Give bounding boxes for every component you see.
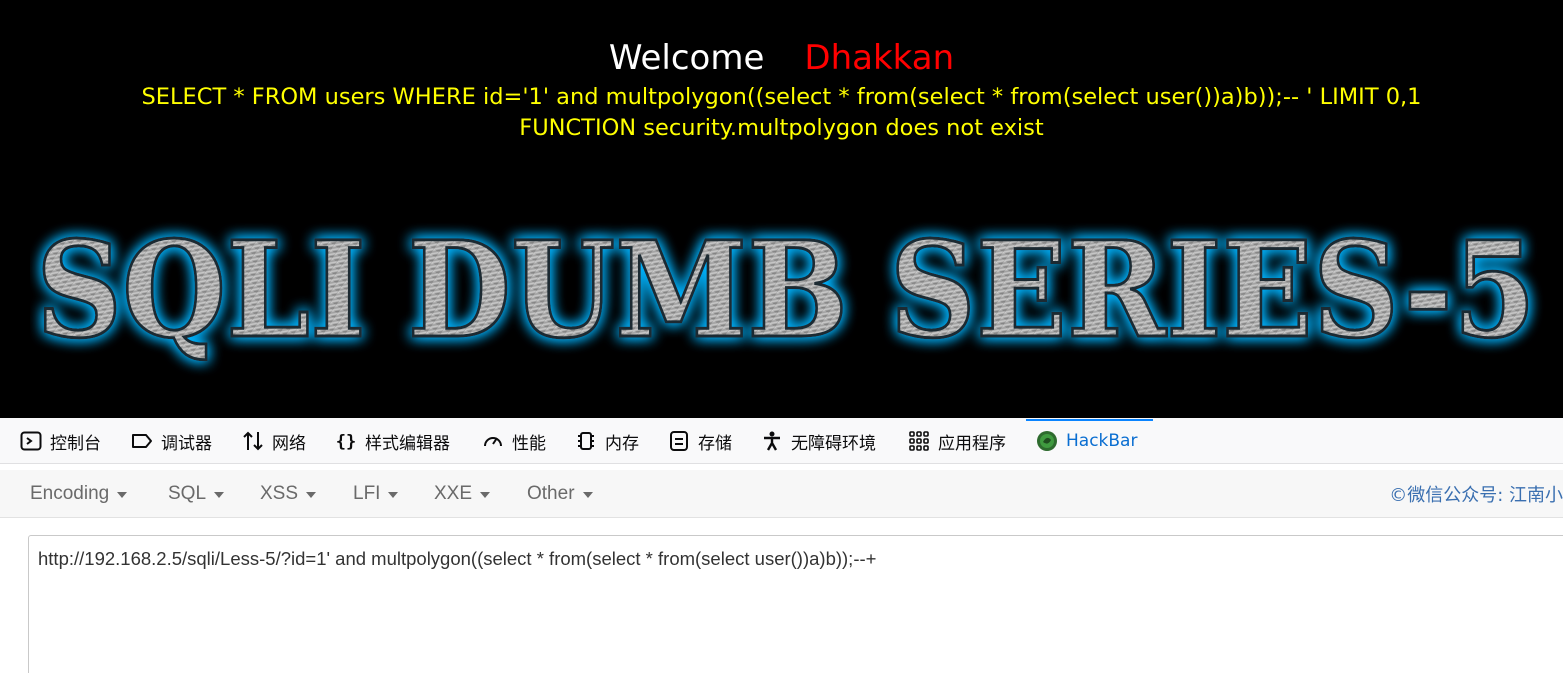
memory-icon — [575, 430, 597, 452]
tab-application[interactable]: 应用程序 — [908, 418, 1006, 464]
network-icon — [242, 430, 264, 452]
debugger-icon — [131, 430, 153, 452]
application-icon — [908, 430, 930, 452]
caret-down-icon — [388, 492, 399, 498]
tab-hackbar[interactable]: HackBar — [1026, 418, 1153, 464]
tab-network[interactable]: 网络 — [242, 418, 306, 464]
menu-label: LFI — [353, 483, 381, 504]
sqli-banner-logo: SQLI DUMB SERIES-5 — [30, 208, 1563, 378]
storage-icon — [668, 430, 690, 452]
hackbar-toolbar: Encoding SQL XSS LFI XXE Other ©微信公众号: 江… — [0, 470, 1563, 518]
tab-console[interactable]: 控制台 — [20, 418, 101, 464]
tab-accessibility[interactable]: 无障碍环境 — [761, 418, 876, 464]
tab-debugger[interactable]: 调试器 — [131, 418, 212, 464]
username-text: Dhakkan — [804, 38, 955, 78]
devtools-panel: 控制台 调试器 网络 {} 样式编辑器 性能 内存 存储 无障碍环境 应用程序 … — [0, 418, 1563, 673]
tab-label: 性能 — [512, 433, 546, 454]
credit-text: ©微信公众号: 江南小 — [1389, 485, 1563, 506]
tab-label: 无障碍环境 — [791, 433, 876, 454]
caret-down-icon — [582, 492, 593, 498]
welcome-line: Welcome Dhakkan — [0, 36, 1563, 80]
menu-label: XXE — [434, 483, 473, 504]
svg-text:{}: {} — [336, 432, 356, 452]
devtools-tab-bar: 控制台 调试器 网络 {} 样式编辑器 性能 内存 存储 无障碍环境 应用程序 … — [0, 418, 1563, 464]
menu-label: Encoding — [30, 483, 110, 504]
tab-label: 网络 — [272, 433, 306, 454]
tab-label: 存储 — [698, 433, 732, 454]
sql-query-text: SELECT * FROM users WHERE id='1' and mul… — [141, 84, 1422, 110]
lfi-menu[interactable]: LFI — [353, 470, 399, 518]
tab-label: 内存 — [605, 433, 639, 454]
tab-label: 调试器 — [161, 433, 212, 454]
accessibility-icon — [761, 430, 783, 452]
xxe-menu[interactable]: XXE — [434, 470, 491, 518]
caret-down-icon — [306, 492, 317, 498]
caret-down-icon — [480, 492, 491, 498]
xss-menu[interactable]: XSS — [260, 470, 317, 518]
console-icon — [20, 430, 42, 452]
banner-text: SQLI DUMB SERIES-5 — [36, 213, 1536, 368]
url-textarea[interactable]: http://192.168.2.5/sqli/Less-5/?id=1' an… — [28, 535, 1563, 673]
sqli-page: Welcome Dhakkan SELECT * FROM users WHERE… — [0, 0, 1563, 418]
caret-down-icon — [214, 492, 225, 498]
caret-down-icon — [117, 492, 128, 498]
sql-error-text: FUNCTION security.multpolygon does not e… — [519, 115, 1044, 141]
style-editor-icon: {} — [335, 430, 357, 452]
tab-label: 应用程序 — [938, 433, 1006, 454]
tab-storage[interactable]: 存储 — [668, 418, 732, 464]
menu-label: XSS — [260, 483, 299, 504]
hackbar-icon — [1036, 430, 1058, 452]
tab-label: 控制台 — [50, 433, 101, 454]
tab-label: 样式编辑器 — [365, 433, 450, 454]
welcome-text: Welcome — [608, 38, 765, 78]
other-menu[interactable]: Other — [527, 470, 593, 518]
tab-style-editor[interactable]: {} 样式编辑器 — [335, 418, 450, 464]
encoding-menu[interactable]: Encoding — [30, 470, 128, 518]
performance-icon — [482, 430, 504, 452]
tab-memory[interactable]: 内存 — [575, 418, 639, 464]
sql-menu[interactable]: SQL — [168, 470, 225, 518]
menu-label: Other — [527, 483, 575, 504]
menu-label: SQL — [168, 483, 207, 504]
tab-label: HackBar — [1066, 431, 1138, 451]
tab-performance[interactable]: 性能 — [482, 418, 546, 464]
